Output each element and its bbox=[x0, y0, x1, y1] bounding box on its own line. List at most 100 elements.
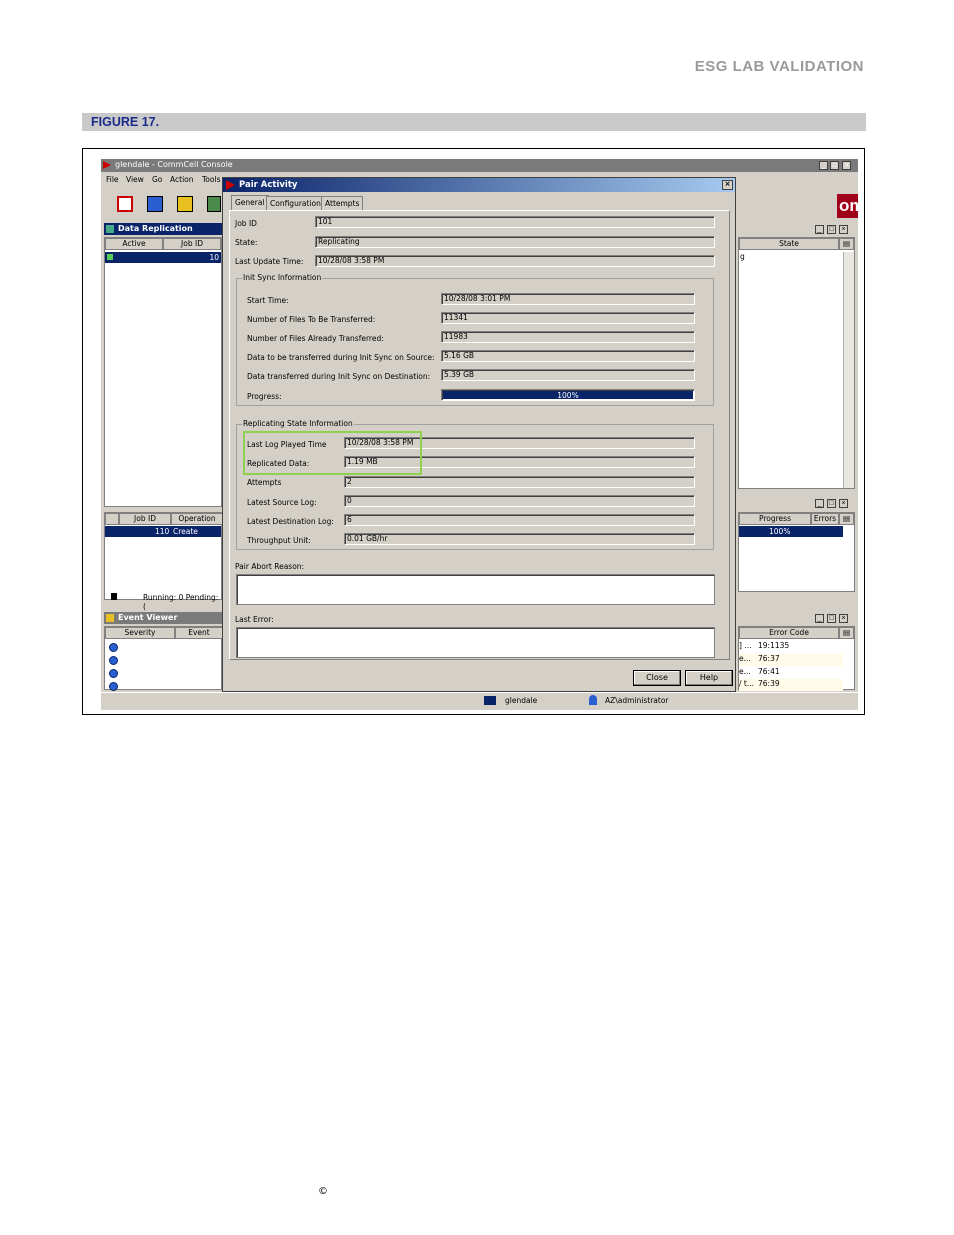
column-job-id[interactable]: Job ID bbox=[163, 238, 221, 250]
maximize-icon[interactable]: □ bbox=[827, 225, 836, 234]
progress-fill: 100% bbox=[443, 391, 693, 400]
job-id-field: 101 bbox=[315, 216, 715, 228]
app-icon bbox=[226, 180, 235, 190]
abort-reason-textbox[interactable] bbox=[236, 574, 715, 605]
figure-label: FIGURE 17. bbox=[91, 115, 160, 129]
row-prefix: / t... bbox=[739, 679, 755, 688]
help-button[interactable]: Help bbox=[685, 670, 733, 686]
tab-configuration[interactable]: Configuration bbox=[266, 196, 325, 211]
row-error-code: 76:41 bbox=[758, 667, 780, 676]
info-icon bbox=[109, 682, 118, 691]
maximize-icon[interactable]: □ bbox=[827, 499, 836, 508]
event-viewer-list: Severity Event bbox=[104, 626, 223, 691]
page-header-title: ESG LAB VALIDATION bbox=[694, 58, 864, 75]
event-viewer-controls: _ □ × bbox=[738, 612, 856, 624]
state-field: Replicating bbox=[315, 236, 715, 248]
table-row[interactable]: ] ... 19:1135 bbox=[739, 641, 843, 653]
latest-dest-field: 6 bbox=[344, 514, 695, 526]
column-severity[interactable]: Severity bbox=[105, 627, 175, 639]
toolbar bbox=[105, 192, 221, 220]
minimize-icon[interactable]: _ bbox=[815, 499, 824, 508]
restore-icon[interactable]: ▫ bbox=[830, 161, 839, 170]
menu-tools[interactable]: Tools bbox=[202, 175, 220, 184]
column-error-code[interactable]: Error Code bbox=[739, 627, 839, 639]
init-sync-title: Init Sync Information bbox=[242, 273, 323, 282]
data-source-field: 5.16 GB bbox=[441, 350, 695, 362]
menu-action[interactable]: Action bbox=[170, 175, 194, 184]
event-viewer-icon bbox=[106, 614, 114, 622]
tool-play-icon[interactable] bbox=[147, 196, 163, 212]
table-row[interactable]: e... 76:41 bbox=[739, 667, 843, 679]
files-transferred-label: Number of Files Already Transferred: bbox=[247, 334, 384, 343]
column-event[interactable]: Event bbox=[175, 627, 223, 639]
jobs-controls: _ □ × bbox=[738, 497, 856, 509]
jobs-right: Progress Errors ▤ 100% bbox=[738, 512, 855, 592]
tool-agent-icon[interactable] bbox=[207, 196, 221, 212]
throughput-label: Throughput Unit: bbox=[247, 536, 311, 545]
minimize-icon[interactable]: _ bbox=[819, 161, 828, 170]
table-row[interactable]: 10 bbox=[105, 252, 221, 263]
maximize-icon[interactable]: □ bbox=[827, 614, 836, 623]
tab-attempts[interactable]: Attempts bbox=[321, 196, 364, 211]
menu-go[interactable]: Go bbox=[152, 175, 162, 184]
files-transferred-field: 11983 bbox=[441, 331, 695, 343]
row-prefix: ] ... bbox=[739, 641, 752, 650]
table-row[interactable]: 100% bbox=[739, 526, 843, 537]
menu-view[interactable]: View bbox=[126, 175, 144, 184]
data-dest-label: Data transferred during Init Sync on Des… bbox=[247, 372, 431, 381]
vertical-scrollbar[interactable] bbox=[843, 252, 854, 488]
last-error-label: Last Error: bbox=[235, 615, 274, 624]
active-status-icon bbox=[107, 254, 113, 260]
close-icon[interactable]: × bbox=[842, 161, 851, 170]
data-dest-field: 5.39 GB bbox=[441, 369, 695, 381]
minimize-icon[interactable]: _ bbox=[815, 614, 824, 623]
row-prefix: e... bbox=[739, 667, 751, 676]
tool-console-icon[interactable] bbox=[117, 196, 133, 212]
column-job-id[interactable]: Job ID bbox=[119, 513, 171, 525]
row-operation: Create Conso bbox=[173, 527, 198, 547]
pause-icon[interactable] bbox=[111, 593, 117, 600]
close-button[interactable]: Close bbox=[633, 670, 681, 686]
row-job-id: 10 bbox=[209, 253, 219, 262]
column-chooser-icon[interactable]: ▤ bbox=[839, 238, 854, 250]
replication-monitor-controls: _ □ × bbox=[738, 223, 856, 235]
data-source-label: Data to be transferred during Init Sync … bbox=[247, 353, 435, 362]
close-icon[interactable]: × bbox=[839, 225, 848, 234]
table-row[interactable]: 110 Create Conso bbox=[105, 526, 221, 547]
copyright-symbol: © bbox=[318, 1186, 328, 1197]
attempts-label: Attempts bbox=[247, 478, 282, 487]
jobs-status-text: Running: 0 Pending: ( bbox=[143, 593, 219, 611]
column-state[interactable]: State bbox=[739, 238, 839, 250]
close-icon[interactable]: × bbox=[722, 180, 733, 190]
progress-bar: 100% bbox=[441, 389, 695, 401]
console-title-bar: glendale - CommCell Console _ ▫ × bbox=[101, 159, 858, 172]
close-icon[interactable]: × bbox=[839, 499, 848, 508]
column-operation[interactable]: Operation bbox=[171, 513, 223, 525]
latest-source-label: Latest Source Log: bbox=[247, 498, 317, 507]
pair-activity-dialog: Pair Activity × General Configuration At… bbox=[222, 177, 736, 692]
column-progress[interactable]: Progress bbox=[739, 513, 811, 525]
column-chooser-icon[interactable]: ▤ bbox=[839, 513, 854, 525]
close-icon[interactable]: × bbox=[839, 614, 848, 623]
tab-general[interactable]: General bbox=[231, 195, 269, 211]
status-user: AZ\administrator bbox=[605, 696, 669, 705]
computer-icon bbox=[484, 696, 496, 705]
last-error-textbox[interactable] bbox=[236, 627, 715, 658]
column-errors[interactable]: Errors bbox=[811, 513, 839, 525]
column-status[interactable] bbox=[105, 513, 119, 525]
info-icon bbox=[109, 669, 118, 678]
replication-monitor-list: Active Job ID 10 bbox=[104, 237, 222, 507]
table-row[interactable]: e... 76:37 bbox=[739, 654, 843, 666]
state-label: State: bbox=[235, 238, 258, 247]
row-error-code: 19:1135 bbox=[758, 641, 790, 650]
console-title: glendale - CommCell Console bbox=[115, 160, 233, 169]
last-update-field: 10/28/08 3:58 PM bbox=[315, 255, 715, 267]
event-viewer-title-bar: Event Viewer (Informatio bbox=[104, 612, 222, 634]
minimize-icon[interactable]: _ bbox=[815, 225, 824, 234]
column-active[interactable]: Active bbox=[105, 238, 163, 250]
console-status-bar: glendale AZ\administrator bbox=[101, 692, 858, 709]
column-chooser-icon[interactable]: ▤ bbox=[839, 627, 854, 639]
table-row[interactable]: / t... 76:39 bbox=[739, 679, 843, 691]
menu-file[interactable]: File bbox=[106, 175, 119, 184]
tool-schedule-icon[interactable] bbox=[177, 196, 193, 212]
